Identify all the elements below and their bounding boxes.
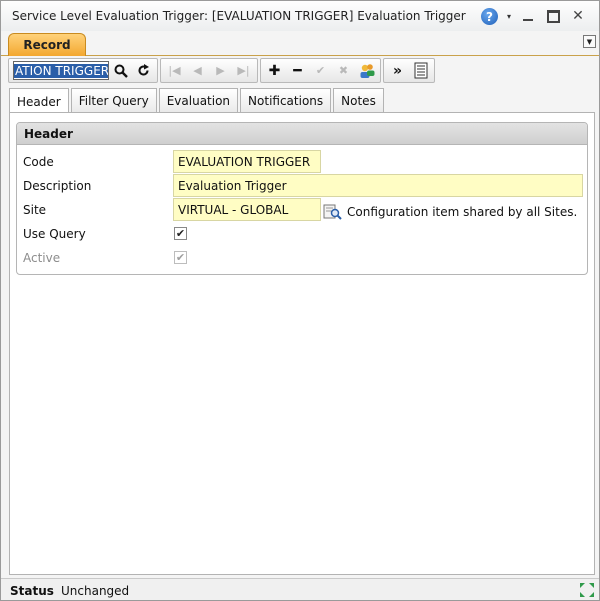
- tab-notifications[interactable]: Notifications: [240, 88, 332, 113]
- minimize-button[interactable]: [521, 8, 535, 24]
- use-query-label: Use Query: [23, 227, 86, 241]
- tab-notes[interactable]: Notes: [333, 88, 384, 113]
- search-group: ATION TRIGGER: [8, 58, 158, 83]
- resize-grip-icon[interactable]: [579, 582, 595, 598]
- previous-record-icon[interactable]: ◀: [186, 60, 209, 81]
- more-group: »: [383, 58, 435, 83]
- first-record-icon[interactable]: |◀: [163, 60, 186, 81]
- status-label: Status: [10, 584, 54, 598]
- add-icon[interactable]: ✚: [263, 60, 286, 81]
- more-icon[interactable]: »: [386, 60, 409, 81]
- users-icon[interactable]: [355, 60, 378, 81]
- list-icon[interactable]: [409, 60, 432, 81]
- header-section: Header Code EVALUATION TRIGGER Descripti…: [16, 122, 588, 275]
- cancel-icon[interactable]: ✖: [332, 60, 355, 81]
- remove-icon[interactable]: ━: [286, 60, 309, 81]
- site-field[interactable]: VIRTUAL - GLOBAL: [173, 198, 321, 221]
- active-checkbox: ✔: [174, 251, 187, 264]
- use-query-checkbox[interactable]: ✔: [174, 227, 187, 240]
- refresh-icon[interactable]: [132, 60, 155, 81]
- record-toolbar: ATION TRIGGER |◀ ◀ ▶ ▶| ✚ ━ ✔ ✖ »: [8, 57, 596, 84]
- description-field[interactable]: Evaluation Trigger: [173, 174, 583, 197]
- code-label: Code: [23, 155, 54, 169]
- search-icon[interactable]: [109, 60, 132, 81]
- site-shared-note: Configuration item shared by all Sites.: [347, 205, 578, 219]
- site-lookup-icon[interactable]: [323, 203, 343, 221]
- navigation-group: |◀ ◀ ▶ ▶|: [160, 58, 258, 83]
- status-bar: Status Unchanged: [1, 578, 599, 600]
- close-button[interactable]: ✕: [571, 8, 585, 24]
- tab-strip-dropdown-icon[interactable]: ▼: [583, 35, 596, 48]
- help-icon[interactable]: ?: [481, 8, 498, 25]
- title-bar: Service Level Evaluation Trigger: [EVALU…: [1, 1, 599, 31]
- maximize-button[interactable]: [546, 8, 560, 24]
- record-tab-strip: Record ▼: [1, 31, 599, 56]
- edit-group: ✚ ━ ✔ ✖: [260, 58, 381, 83]
- record-tabs: Header Filter Query Evaluation Notificat…: [9, 88, 386, 114]
- record-tab[interactable]: Record: [8, 33, 86, 56]
- window-title: Service Level Evaluation Trigger: [EVALU…: [12, 9, 466, 23]
- tab-evaluation[interactable]: Evaluation: [158, 88, 239, 113]
- next-record-icon[interactable]: ▶: [209, 60, 232, 81]
- last-record-icon[interactable]: ▶|: [232, 60, 255, 81]
- evaluation-trigger-window: Service Level Evaluation Trigger: [EVALU…: [0, 0, 600, 601]
- confirm-icon[interactable]: ✔: [309, 60, 332, 81]
- tab-filter-query[interactable]: Filter Query: [70, 88, 157, 113]
- code-field[interactable]: EVALUATION TRIGGER: [173, 150, 321, 173]
- header-section-title: Header: [17, 123, 587, 145]
- status-value: Unchanged: [61, 584, 130, 598]
- record-code-input[interactable]: ATION TRIGGER: [13, 61, 109, 80]
- description-label: Description: [23, 179, 92, 193]
- record-code-selected-text: ATION TRIGGER: [14, 63, 109, 78]
- tab-content-panel: Header Code EVALUATION TRIGGER Descripti…: [9, 112, 595, 575]
- active-label: Active: [23, 251, 61, 265]
- site-label: Site: [23, 203, 47, 217]
- help-menu-chevron-icon[interactable]: ▾: [504, 8, 514, 24]
- tab-header[interactable]: Header: [9, 88, 69, 114]
